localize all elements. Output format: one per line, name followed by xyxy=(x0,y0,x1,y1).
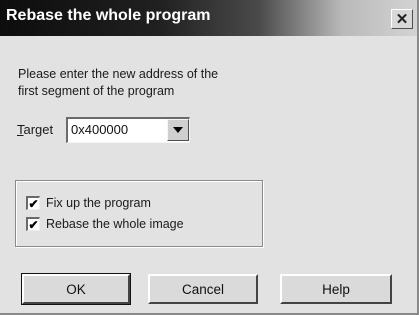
rebase-image-checkbox[interactable]: ✔ xyxy=(26,217,40,231)
options-group: ✔ Fix up the program ✔ Rebase the whole … xyxy=(15,180,263,247)
dialog-title: Rebase the whole program xyxy=(6,7,211,24)
title-bar[interactable]: Rebase the whole program ✕ xyxy=(0,0,417,36)
ok-button[interactable]: OK xyxy=(21,273,131,305)
cancel-button[interactable]: Cancel xyxy=(148,274,258,304)
target-address-combobox[interactable]: 0x400000 xyxy=(66,117,190,143)
instruction-text: Please enter the new address of the firs… xyxy=(18,67,219,98)
target-label: Target xyxy=(17,122,53,137)
checkmark-icon: ✔ xyxy=(28,196,39,211)
fixup-program-label[interactable]: Fix up the program xyxy=(46,196,151,210)
target-dropdown-button[interactable] xyxy=(167,119,189,141)
rebase-dialog: Rebase the whole program ✕ Please enter … xyxy=(0,0,419,315)
rebase-image-label[interactable]: Rebase the whole image xyxy=(46,217,184,231)
help-button[interactable]: Help xyxy=(280,274,392,304)
close-icon: ✕ xyxy=(395,11,409,28)
close-button[interactable]: ✕ xyxy=(391,9,413,29)
checkmark-icon: ✔ xyxy=(28,217,39,232)
fixup-program-checkbox[interactable]: ✔ xyxy=(26,196,40,210)
fixup-program-option[interactable]: ✔ Fix up the program xyxy=(26,196,151,210)
target-address-value[interactable]: 0x400000 xyxy=(71,122,128,137)
target-label-rest: arget xyxy=(23,122,54,137)
chevron-down-icon xyxy=(173,127,183,133)
rebase-image-option[interactable]: ✔ Rebase the whole image xyxy=(26,217,184,231)
